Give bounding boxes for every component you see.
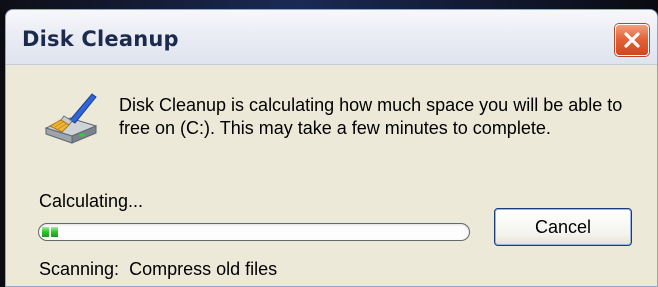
progress-block <box>42 227 49 237</box>
progress-block <box>51 227 58 237</box>
disk-cleanup-brush-icon <box>42 90 100 146</box>
window-title: Disk Cleanup <box>22 27 179 51</box>
status-value: Compress old files <box>129 259 278 279</box>
status-text: Scanning: Compress old files <box>39 259 277 280</box>
disk-cleanup-window: Disk Cleanup Disk Cleanup is calculating… <box>5 9 658 287</box>
progress-label: Calculating... <box>39 191 144 211</box>
dialog-message: Disk Cleanup is calculating how much spa… <box>119 95 623 138</box>
close-icon <box>624 32 640 48</box>
status-prefix: Scanning: <box>39 259 120 279</box>
cancel-button[interactable]: Cancel <box>494 208 632 246</box>
progress-bar-fill <box>42 227 58 237</box>
progress-bar <box>38 223 470 241</box>
close-button[interactable] <box>615 24 649 56</box>
title-bar[interactable]: Disk Cleanup <box>6 10 657 65</box>
